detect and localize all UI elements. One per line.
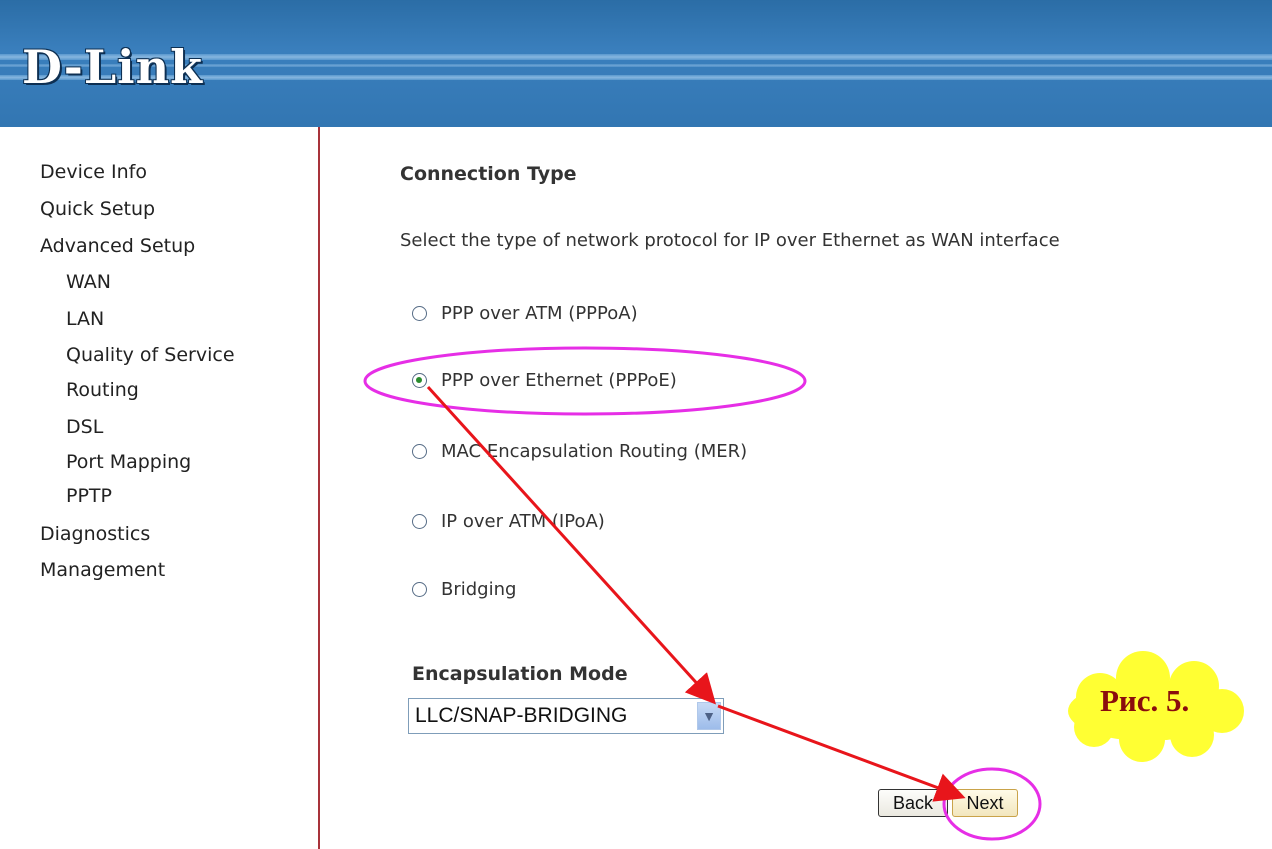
sidebar-item-advanced-setup[interactable]: Advanced Setup [40, 235, 195, 257]
header-banner: D-Link [0, 0, 1272, 127]
option-label: IP over ATM (IPoA) [441, 511, 605, 532]
sidebar-item-quick-setup[interactable]: Quick Setup [40, 198, 155, 220]
sidebar-item-quality-of-service[interactable]: Quality of Service [66, 344, 235, 366]
sidebar-nav: Device Info Quick Setup Advanced Setup W… [0, 127, 320, 849]
sidebar-item-routing[interactable]: Routing [66, 379, 139, 401]
back-button[interactable]: Back [878, 789, 948, 817]
select-value: LLC/SNAP-BRIDGING [415, 704, 628, 727]
option-label: PPP over Ethernet (PPPoE) [441, 370, 677, 391]
dlink-logo: D-Link [22, 40, 203, 94]
radio-button-selected[interactable] [412, 373, 427, 388]
sidebar-item-diagnostics[interactable]: Diagnostics [40, 523, 150, 545]
radio-button[interactable] [412, 582, 427, 597]
figure-caption: Рис. 5. [1100, 683, 1190, 718]
page-title: Connection Type [400, 163, 577, 185]
encapsulation-mode-label: Encapsulation Mode [412, 663, 628, 685]
page-description: Select the type of network protocol for … [400, 230, 1060, 251]
main-content: Connection Type Select the type of netwo… [320, 127, 1272, 849]
option-pppoa[interactable]: PPP over ATM (PPPoA) [412, 303, 638, 324]
option-label: MAC Encapsulation Routing (MER) [441, 441, 748, 462]
sidebar-item-lan[interactable]: LAN [66, 308, 104, 330]
sidebar-item-wan[interactable]: WAN [66, 271, 111, 293]
option-label: Bridging [441, 579, 517, 600]
chevron-down-icon[interactable]: ▼ [697, 702, 721, 730]
sidebar-item-device-info[interactable]: Device Info [40, 161, 147, 183]
sidebar-item-dsl[interactable]: DSL [66, 416, 103, 438]
option-mer[interactable]: MAC Encapsulation Routing (MER) [412, 441, 747, 462]
radio-button[interactable] [412, 514, 427, 529]
sidebar-item-port-mapping[interactable]: Port Mapping [66, 451, 191, 473]
next-button[interactable]: Next [952, 789, 1018, 817]
sidebar-item-pptp[interactable]: PPTP [66, 485, 112, 507]
option-ipoa[interactable]: IP over ATM (IPoA) [412, 511, 605, 532]
option-label: PPP over ATM (PPPoA) [441, 303, 638, 324]
option-bridging[interactable]: Bridging [412, 579, 516, 600]
radio-button[interactable] [412, 444, 427, 459]
option-pppoe[interactable]: PPP over Ethernet (PPPoE) [412, 370, 677, 391]
sidebar-item-management[interactable]: Management [40, 559, 165, 581]
radio-button[interactable] [412, 306, 427, 321]
encapsulation-mode-select[interactable]: LLC/SNAP-BRIDGING ▼ [408, 698, 724, 734]
